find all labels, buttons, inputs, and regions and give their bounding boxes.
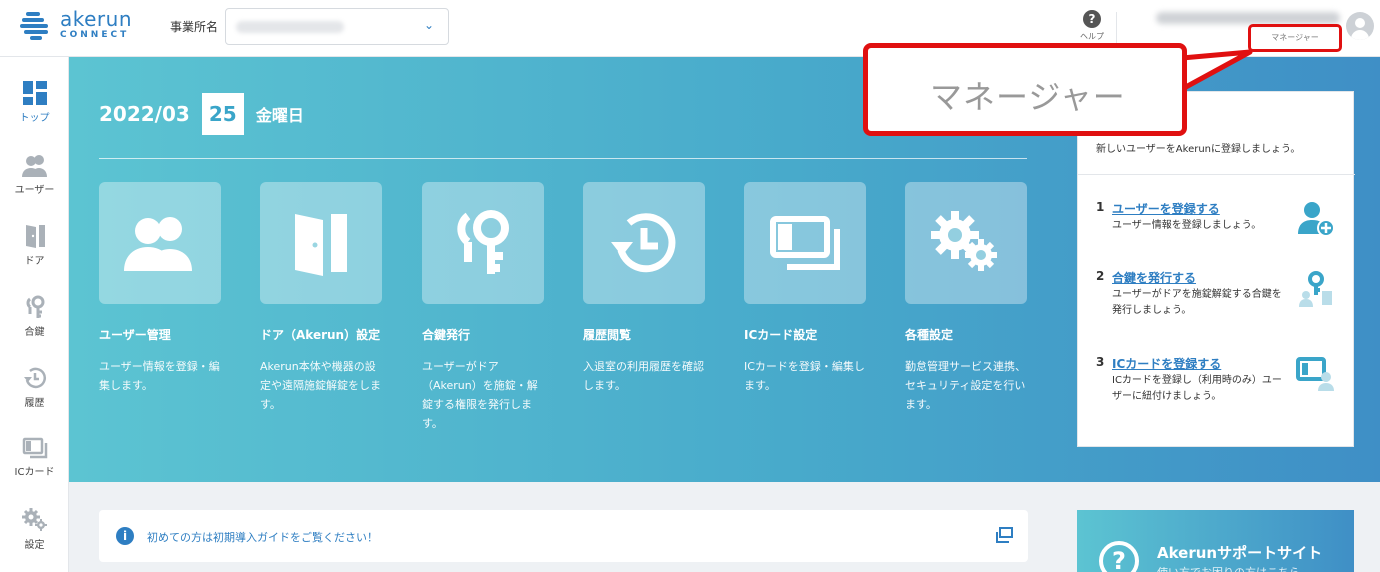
card-tile[interactable]	[422, 182, 544, 304]
panel-divider	[1078, 174, 1355, 175]
sidebar: トップ ユーザー ドア 合鍵 履歴 ICカード 設定	[0, 57, 69, 572]
card-tile[interactable]	[99, 182, 221, 304]
date-day: 25	[201, 93, 244, 135]
step-description: ユーザー情報を登録しましょう。	[1112, 220, 1262, 231]
card-tile[interactable]	[260, 182, 382, 304]
today-date: 2022/03 25 金曜日	[99, 93, 304, 135]
card-general-settings[interactable]: 各種設定 勤怠管理サービス連携、セキュリティ設定を行います。	[905, 182, 1027, 414]
door-icon	[25, 225, 45, 248]
sidebar-item-label: トップ	[19, 113, 50, 124]
step-link[interactable]: ICカードを登録する	[1112, 355, 1221, 372]
step-number: 1	[1096, 200, 1105, 214]
setup-guide-banner[interactable]: i 初めての方は初期導入ガイドをご覧ください！	[99, 510, 1028, 562]
sidebar-item-top[interactable]: トップ	[0, 81, 69, 124]
logo-subtitle: CONNECT	[60, 30, 130, 40]
callout-text: マネージャー	[930, 78, 1126, 116]
date-year-month: 2022/03	[99, 102, 190, 126]
card-title[interactable]: ユーザー管理	[99, 326, 221, 343]
external-link-icon[interactable]	[995, 527, 1013, 543]
logo-icon	[20, 11, 48, 40]
sidebar-item-keys[interactable]: 合鍵	[0, 295, 69, 338]
user-name-redacted[interactable]	[1156, 12, 1340, 24]
info-icon: i	[116, 527, 134, 545]
step-number: 3	[1096, 355, 1105, 369]
step-link[interactable]: 合鍵を発行する	[1112, 269, 1196, 286]
dashboard-icon	[22, 81, 47, 105]
step-description: ICカードを登録し（利用時のみ）ユーザーに紐付けましょう。	[1112, 375, 1282, 402]
sidebar-item-label: ICカード	[14, 467, 55, 478]
card-title[interactable]: 履歴閲覧	[583, 326, 705, 343]
guide-link[interactable]: 初めての方は初期導入ガイドをご覧ください！	[147, 529, 378, 545]
date-weekday: 金曜日	[255, 106, 304, 125]
card-key-issue[interactable]: 合鍵発行 ユーザーがドア（Akerun）を施錠・解錠する権限を発行します。	[422, 182, 544, 433]
users-icon	[21, 155, 47, 177]
card-description: 入退室の利用履歴を確認します。	[583, 360, 704, 392]
add-user-icon	[1298, 202, 1335, 237]
key-user-icon	[1299, 271, 1332, 307]
sidebar-item-door[interactable]: ドア	[0, 224, 69, 267]
card-title[interactable]: 各種設定	[905, 326, 1027, 343]
support-site-banner[interactable]: ? Akerunサポートサイト 使い方でお困りの方はこちら	[1077, 510, 1354, 572]
card-description: ユーザー情報を登録・編集します。	[99, 360, 220, 392]
step-description: ユーザーがドアを施錠解錠する合鍵を発行しましょう。	[1112, 289, 1282, 316]
iccard-user-icon	[1296, 357, 1334, 391]
office-label: 事業所名	[170, 20, 219, 34]
sidebar-item-iccard[interactable]: ICカード	[0, 437, 69, 478]
card-tile[interactable]	[905, 182, 1027, 304]
card-iccard-settings[interactable]: ICカード設定 ICカードを登録・編集します。	[744, 182, 866, 395]
iccard-icon	[22, 437, 47, 459]
chevron-down-icon: ⌄	[423, 18, 434, 32]
card-tile[interactable]	[583, 182, 705, 304]
card-description: ユーザーがドア（Akerun）を施錠・解錠する権限を発行します。	[422, 360, 538, 430]
sidebar-item-label: 合鍵	[24, 327, 45, 338]
getting-started-panel: 新しいユーザーをAkerunに登録しましょう。 1 ユーザーを登録する ユーザー…	[1077, 91, 1355, 447]
card-door-settings[interactable]: ドア（Akerun）設定 Akerun本体や機器の設定や遠隔施錠解錠をします。	[260, 182, 382, 414]
callout-pointer	[1181, 49, 1253, 91]
card-history[interactable]: 履歴閲覧 入退室の利用履歴を確認します。	[583, 182, 705, 395]
sidebar-item-label: ドア	[24, 256, 45, 267]
sidebar-item-label: ユーザー	[14, 185, 55, 196]
sidebar-item-label: 履歴	[24, 398, 45, 409]
sidebar-item-history[interactable]: 履歴	[0, 366, 69, 409]
sidebar-item-label: 設定	[24, 540, 45, 551]
help-icon: ?	[1083, 10, 1101, 28]
avatar[interactable]	[1346, 12, 1374, 40]
office-select[interactable]: ⌄	[225, 8, 449, 45]
hero-divider	[99, 158, 1027, 159]
gear-icon	[21, 508, 47, 531]
step-number: 2	[1096, 269, 1105, 283]
sidebar-item-settings[interactable]: 設定	[0, 508, 69, 551]
card-description: ICカードを登録・編集します。	[744, 360, 865, 392]
gear-icon	[931, 211, 997, 271]
sidebar-item-users[interactable]: ユーザー	[0, 153, 69, 196]
users-icon	[124, 217, 192, 271]
iccard-icon	[770, 216, 840, 270]
card-title[interactable]: ICカード設定	[744, 326, 866, 343]
support-title: Akerunサポートサイト	[1157, 544, 1323, 562]
help-label: ヘルプ	[1080, 32, 1104, 41]
card-description: Akerun本体や機器の設定や遠隔施錠解錠をします。	[260, 360, 381, 411]
help-button[interactable]: ? ヘルプ	[1074, 10, 1110, 42]
header-divider	[1116, 12, 1117, 44]
logo-wordmark: akerun	[60, 7, 133, 31]
role-callout: マネージャー	[863, 43, 1187, 136]
akerun-logo[interactable]: akerun CONNECT	[20, 9, 132, 40]
support-subtitle: 使い方でお困りの方はこちら	[1157, 564, 1300, 572]
office-select-value-redacted	[236, 21, 344, 33]
key-icon	[457, 210, 509, 274]
question-icon: ?	[1099, 541, 1139, 572]
card-description: 勤怠管理サービス連携、セキュリティ設定を行います。	[905, 360, 1026, 411]
door-icon	[295, 214, 347, 276]
role-badge: マネージャー	[1248, 24, 1342, 52]
card-title[interactable]: ドア（Akerun）設定	[260, 326, 382, 343]
panel-intro: 新しいユーザーをAkerunに登録しましょう。	[1096, 144, 1301, 155]
history-icon	[23, 367, 46, 389]
step-link[interactable]: ユーザーを登録する	[1112, 200, 1220, 217]
history-icon	[611, 213, 676, 273]
card-tile[interactable]	[744, 182, 866, 304]
card-user-management[interactable]: ユーザー管理 ユーザー情報を登録・編集します。	[99, 182, 221, 395]
card-title[interactable]: 合鍵発行	[422, 326, 544, 343]
key-icon	[26, 295, 44, 318]
